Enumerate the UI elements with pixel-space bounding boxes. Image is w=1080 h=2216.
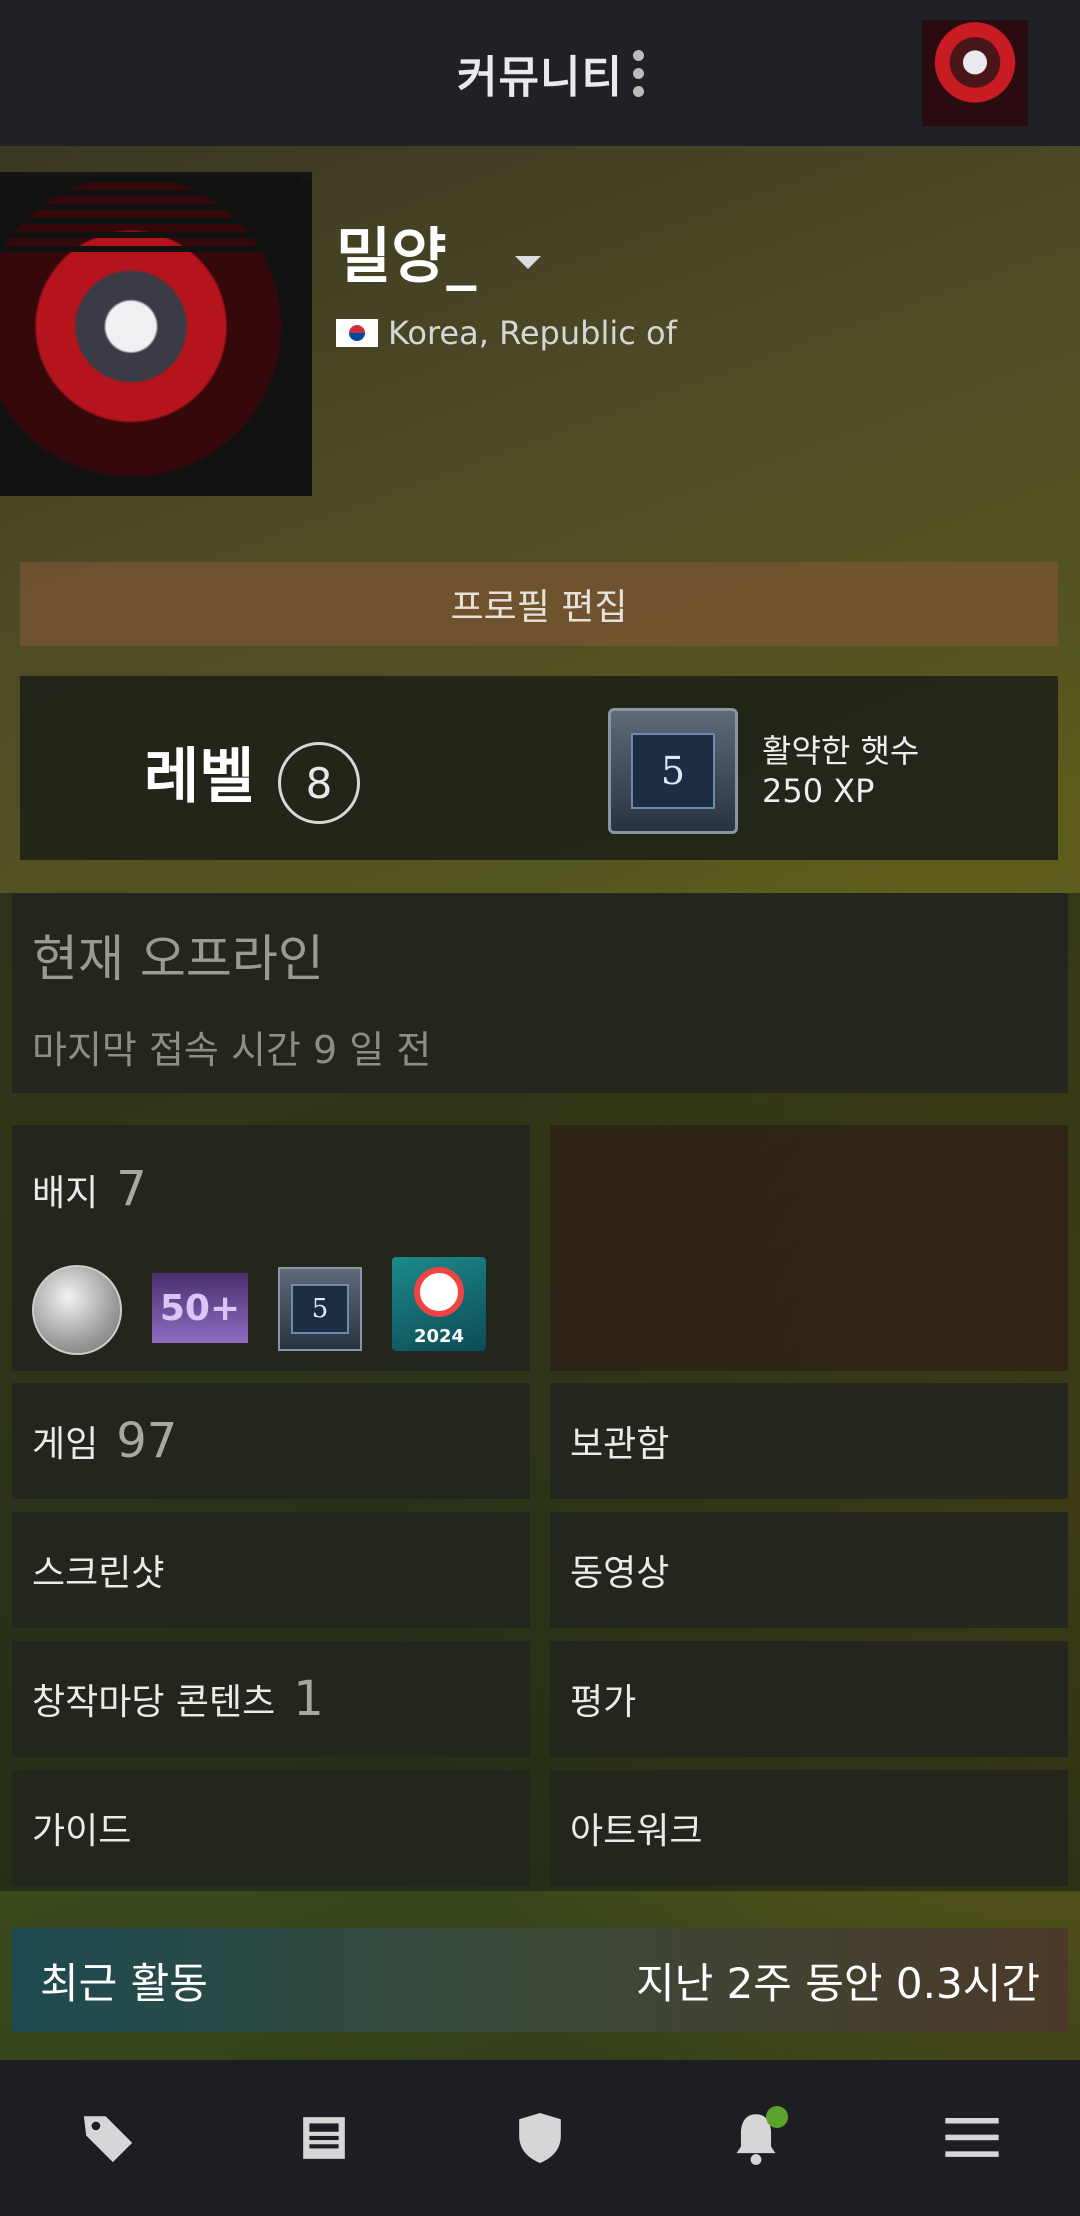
shield-icon (519, 2113, 561, 2163)
guides-section[interactable]: 가이드 (12, 1770, 530, 1886)
workshop-count: 1 (293, 1671, 324, 1727)
reviews-section[interactable]: 평가 (550, 1641, 1068, 1757)
store-tab[interactable] (48, 2078, 168, 2198)
recent-activity-header[interactable]: 최근 활동 지난 2주 동안 0.3시간 (12, 1928, 1068, 2032)
artwork-section[interactable]: 아트워크 (550, 1770, 1068, 1886)
videos-label: 동영상 (570, 1553, 670, 1594)
header-avatar[interactable] (922, 20, 1028, 126)
status-title: 현재 오프라인 (32, 930, 324, 988)
games-50-badge-icon[interactable]: 50+ (152, 1273, 248, 1343)
bottom-navigation (0, 2060, 1080, 2216)
screenshots-label: 스크린샷 (32, 1553, 165, 1594)
notification-dot (766, 2106, 788, 2128)
featured-badge-name: 활약한 햇수 (762, 732, 920, 770)
menu-tab[interactable] (912, 2078, 1032, 2198)
featured-badge-xp: 250 XP (762, 772, 875, 810)
level-label: 레벨 (144, 742, 255, 812)
page-title: 커뮤니티 (457, 52, 623, 103)
recent-activity-title: 최근 활동 (40, 1958, 208, 2008)
years-of-service-badge-icon[interactable]: 5 (608, 708, 738, 834)
tag-icon (83, 2116, 133, 2163)
silver-coin-badge-icon[interactable] (32, 1265, 122, 1355)
games-count: 97 (116, 1413, 178, 1469)
edit-profile-button[interactable]: 프로필 편집 (20, 562, 1058, 646)
last-online: 마지막 접속 시간 9 일 전 (32, 1028, 432, 1072)
guard-tab[interactable] (480, 2078, 600, 2198)
years-badge-number: 5 (291, 1284, 349, 1334)
menu-icon (945, 2118, 999, 2157)
profile-country: Korea, Republic of (336, 314, 677, 352)
level-panel: 레벨 8 5 활약한 햇수 250 XP (20, 676, 1058, 860)
level-value: 8 (278, 742, 360, 824)
games-label: 게임 (32, 1424, 99, 1465)
recent-activity-time: 지난 2주 동안 0.3시간 (635, 1958, 1040, 2008)
online-status: 현재 오프라인 마지막 접속 시간 9 일 전 (12, 893, 1068, 1093)
guides-label: 가이드 (32, 1811, 132, 1852)
news-icon (303, 2117, 345, 2159)
videos-section[interactable]: 동영상 (550, 1512, 1068, 1628)
badges-title: 배지 (32, 1173, 99, 1214)
korea-flag-icon (336, 319, 378, 347)
username[interactable]: 밀양_ (336, 208, 476, 295)
steam-logo-icon (414, 1267, 464, 1317)
chevron-down-icon[interactable] (515, 256, 541, 269)
badge-number: 5 (631, 733, 715, 809)
games-section[interactable]: 게임 97 (12, 1383, 530, 1499)
badges-label: 배지 7 (32, 1161, 147, 1217)
more-options-icon[interactable] (632, 50, 646, 98)
badges-section[interactable]: 배지 7 50+ 5 2024 (12, 1125, 530, 1371)
top-header: 커뮤니티 (0, 0, 1080, 146)
news-tab[interactable] (264, 2078, 384, 2198)
badges-count: 7 (116, 1161, 147, 1217)
avatar-frame-decoration (0, 176, 300, 256)
reviews-label: 평가 (570, 1682, 637, 1723)
inventory-section[interactable]: 보관함 (550, 1383, 1068, 1499)
workshop-section[interactable]: 창작마당 콘텐츠 1 (12, 1641, 530, 1757)
workshop-label: 창작마당 콘텐츠 (32, 1682, 276, 1723)
steam-2024-badge-icon[interactable]: 2024 (392, 1257, 486, 1351)
screenshots-section[interactable]: 스크린샷 (12, 1512, 530, 1628)
badge-year: 2024 (413, 1326, 465, 1347)
showcase-preview[interactable] (550, 1125, 1068, 1371)
notifications-tab[interactable] (696, 2078, 816, 2198)
inventory-label: 보관함 (570, 1424, 670, 1465)
years-badge-icon[interactable]: 5 (278, 1267, 362, 1351)
artwork-label: 아트워크 (570, 1811, 703, 1852)
country-label: Korea, Republic of (388, 314, 677, 352)
